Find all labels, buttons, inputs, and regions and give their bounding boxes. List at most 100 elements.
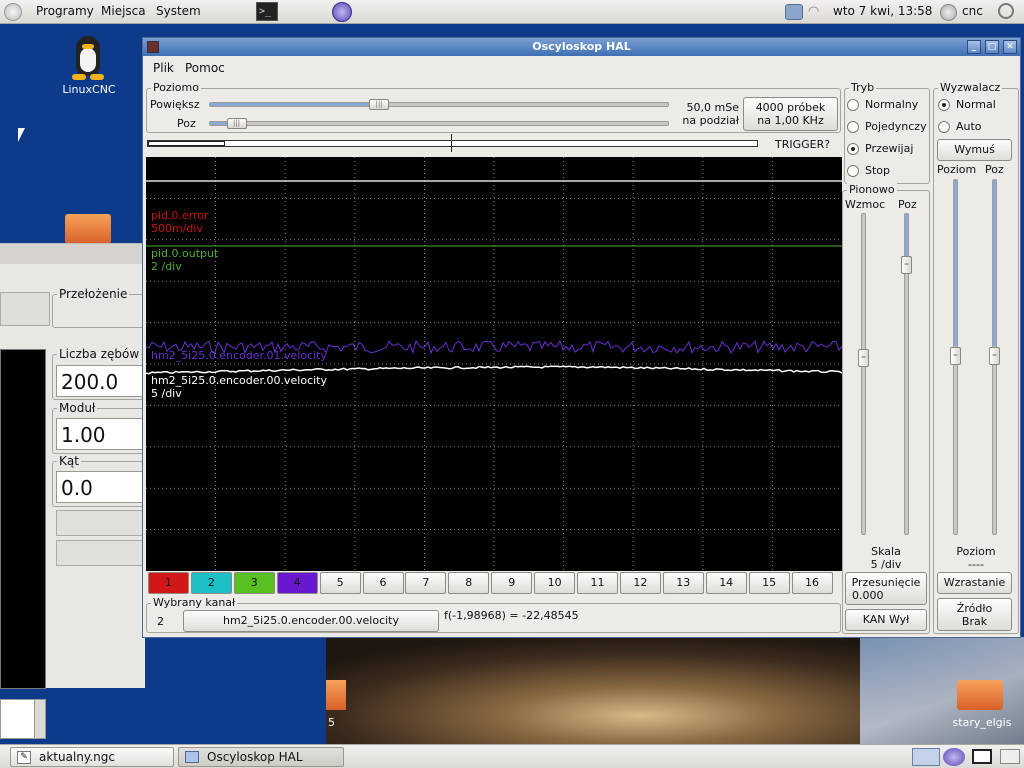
menu-miejsca[interactable]: Miejsca: [101, 4, 146, 18]
channel-button-8[interactable]: 8: [448, 572, 490, 594]
power-icon[interactable]: [998, 3, 1014, 19]
trigger-level-value: ----: [968, 558, 984, 571]
menu-bar: Plik Pomoc: [143, 57, 1020, 79]
zoom-slider[interactable]: [209, 102, 669, 107]
channel-button-6[interactable]: 6: [362, 572, 404, 594]
bg-button[interactable]: [0, 292, 50, 326]
time-per-div: 50,0 mSe: [686, 101, 739, 114]
linuxcnc-tux-icon[interactable]: [68, 36, 108, 82]
samples-button[interactable]: 4000 próbek na 1,00 KHz: [743, 97, 838, 131]
folder-icon[interactable]: [65, 214, 111, 244]
module-field[interactable]: 1.00: [56, 418, 146, 450]
channel-button-11[interactable]: 11: [577, 572, 618, 594]
window-menu-icon[interactable]: [147, 41, 159, 53]
mode-normal-label[interactable]: Normalny: [865, 98, 918, 111]
frame-label: Tryb: [849, 81, 877, 94]
bg-scrollbar[interactable]: [34, 699, 46, 739]
trigger-source-button[interactable]: Źródło Brak: [937, 598, 1012, 631]
mode-single-label[interactable]: Pojedynczy: [865, 120, 927, 133]
bg-button[interactable]: [56, 540, 146, 566]
channel-button-3[interactable]: 3: [233, 572, 275, 594]
channel-button-5[interactable]: 5: [319, 572, 361, 594]
maximize-icon[interactable]: □: [985, 40, 999, 54]
folder-icon[interactable]: [957, 680, 1003, 710]
cursor-readout: f(-1,98968) = -22,48545: [444, 609, 579, 622]
angle-field[interactable]: 0.0: [56, 471, 146, 503]
menu-pomoc[interactable]: Pomoc: [185, 61, 225, 75]
task-label: Oscyloskop HAL: [207, 750, 303, 764]
trigger-edge-button[interactable]: Wzrastanie: [937, 572, 1012, 594]
mode-roll-radio[interactable]: [847, 143, 859, 155]
workspace-1[interactable]: [912, 748, 940, 766]
desktop-icon-label[interactable]: 5: [328, 716, 335, 729]
workspace-2[interactable]: [943, 748, 965, 766]
horizontal-pos-handle[interactable]: |||: [226, 118, 247, 129]
channel-button-10[interactable]: 10: [534, 572, 576, 594]
channel-button-2[interactable]: 2: [190, 572, 232, 594]
frame-label: Liczba zębów: [57, 347, 142, 361]
channel-button-14[interactable]: 14: [705, 572, 747, 594]
workspace-3[interactable]: [972, 749, 992, 764]
trigger-pos-handle[interactable]: =: [989, 347, 1000, 365]
frame-przelozenie: Przełożenie: [52, 287, 145, 328]
wifi-icon[interactable]: ◠: [808, 4, 826, 20]
trigger-normal-label[interactable]: Normal: [956, 98, 996, 111]
force-trigger-button[interactable]: Wymuś: [937, 139, 1012, 161]
channel-button-15[interactable]: 15: [748, 572, 790, 594]
offset-button[interactable]: Przesunięcie 0.000: [845, 572, 927, 605]
trigger-level-handle[interactable]: =: [950, 347, 961, 365]
scope-display[interactable]: pid.0.error 500m/div pid.0.output 2 /div…: [146, 157, 842, 571]
folder-icon[interactable]: [326, 680, 346, 710]
menu-programy[interactable]: Programy: [36, 4, 94, 18]
teeth-count-field[interactable]: 200.0: [56, 365, 146, 397]
channel-button-9[interactable]: 9: [491, 572, 533, 594]
task-oscyloskop[interactable]: Oscyloskop HAL: [178, 747, 344, 767]
network-icon[interactable]: [785, 4, 803, 20]
gain-slider[interactable]: [861, 213, 866, 535]
channel-off-button[interactable]: KAN Wył: [845, 609, 927, 631]
mode-normal-radio[interactable]: [847, 99, 859, 111]
signal-select-button[interactable]: hm2_5i25.0.encoder.00.velocity: [183, 610, 439, 632]
zoom-slider-handle[interactable]: |||: [369, 99, 390, 110]
browser-launcher-icon[interactable]: [332, 2, 352, 22]
trace-scale: 5 /div: [151, 387, 182, 400]
channel-button-16[interactable]: 16: [791, 572, 833, 594]
vertical-pos-handle[interactable]: =: [901, 255, 912, 274]
frame-label: Przełożenie: [57, 287, 130, 301]
main-menu-icon[interactable]: [4, 3, 22, 21]
desktop-icon-label[interactable]: stary_elgis: [946, 716, 1018, 729]
window-icon: [185, 751, 199, 763]
window-titlebar[interactable]: Oscyloskop HAL _ □ ✕: [143, 38, 1020, 56]
menu-system[interactable]: System: [156, 4, 201, 18]
record-position-bar: [147, 140, 758, 147]
mode-single-radio[interactable]: [847, 121, 859, 133]
channel-button-12[interactable]: 12: [619, 572, 661, 594]
desktop-icon-label[interactable]: LinuxCNC: [56, 83, 122, 96]
menu-plik[interactable]: Plik: [153, 61, 174, 75]
trigger-level-label: Poziom: [937, 163, 977, 176]
user-name[interactable]: cnc: [962, 4, 983, 18]
terminal-launcher-icon[interactable]: >_: [256, 2, 278, 21]
mode-stop-label[interactable]: Stop: [865, 164, 890, 177]
clock[interactable]: wto 7 kwi, 13:58: [833, 4, 932, 18]
gain-slider-handle[interactable]: =: [858, 348, 869, 367]
trace-name: hm2_5i25.0.encoder.00.velocity: [151, 374, 327, 387]
task-aktualny[interactable]: ✎ aktualny.ngc: [10, 747, 174, 767]
frame-label: Moduł: [57, 401, 98, 415]
workspace-4[interactable]: [1000, 749, 1020, 764]
channel-button-7[interactable]: 7: [405, 572, 447, 594]
trigger-auto-radio[interactable]: [938, 121, 950, 133]
task-label: aktualny.ngc: [39, 750, 115, 764]
minimize-icon[interactable]: _: [967, 40, 981, 54]
channel-button-4[interactable]: 4: [276, 572, 318, 594]
trigger-auto-label[interactable]: Auto: [956, 120, 982, 133]
bg-button[interactable]: [56, 510, 146, 536]
horizontal-pos-slider[interactable]: [209, 121, 669, 126]
trigger-normal-radio[interactable]: [938, 99, 950, 111]
mode-stop-radio[interactable]: [847, 165, 859, 177]
trace-name: pid.0.output: [151, 247, 219, 260]
channel-button-13[interactable]: 13: [662, 572, 704, 594]
channel-button-1[interactable]: 1: [148, 572, 189, 594]
close-icon[interactable]: ✕: [1003, 40, 1017, 54]
mode-roll-label[interactable]: Przewijaj: [865, 142, 913, 155]
